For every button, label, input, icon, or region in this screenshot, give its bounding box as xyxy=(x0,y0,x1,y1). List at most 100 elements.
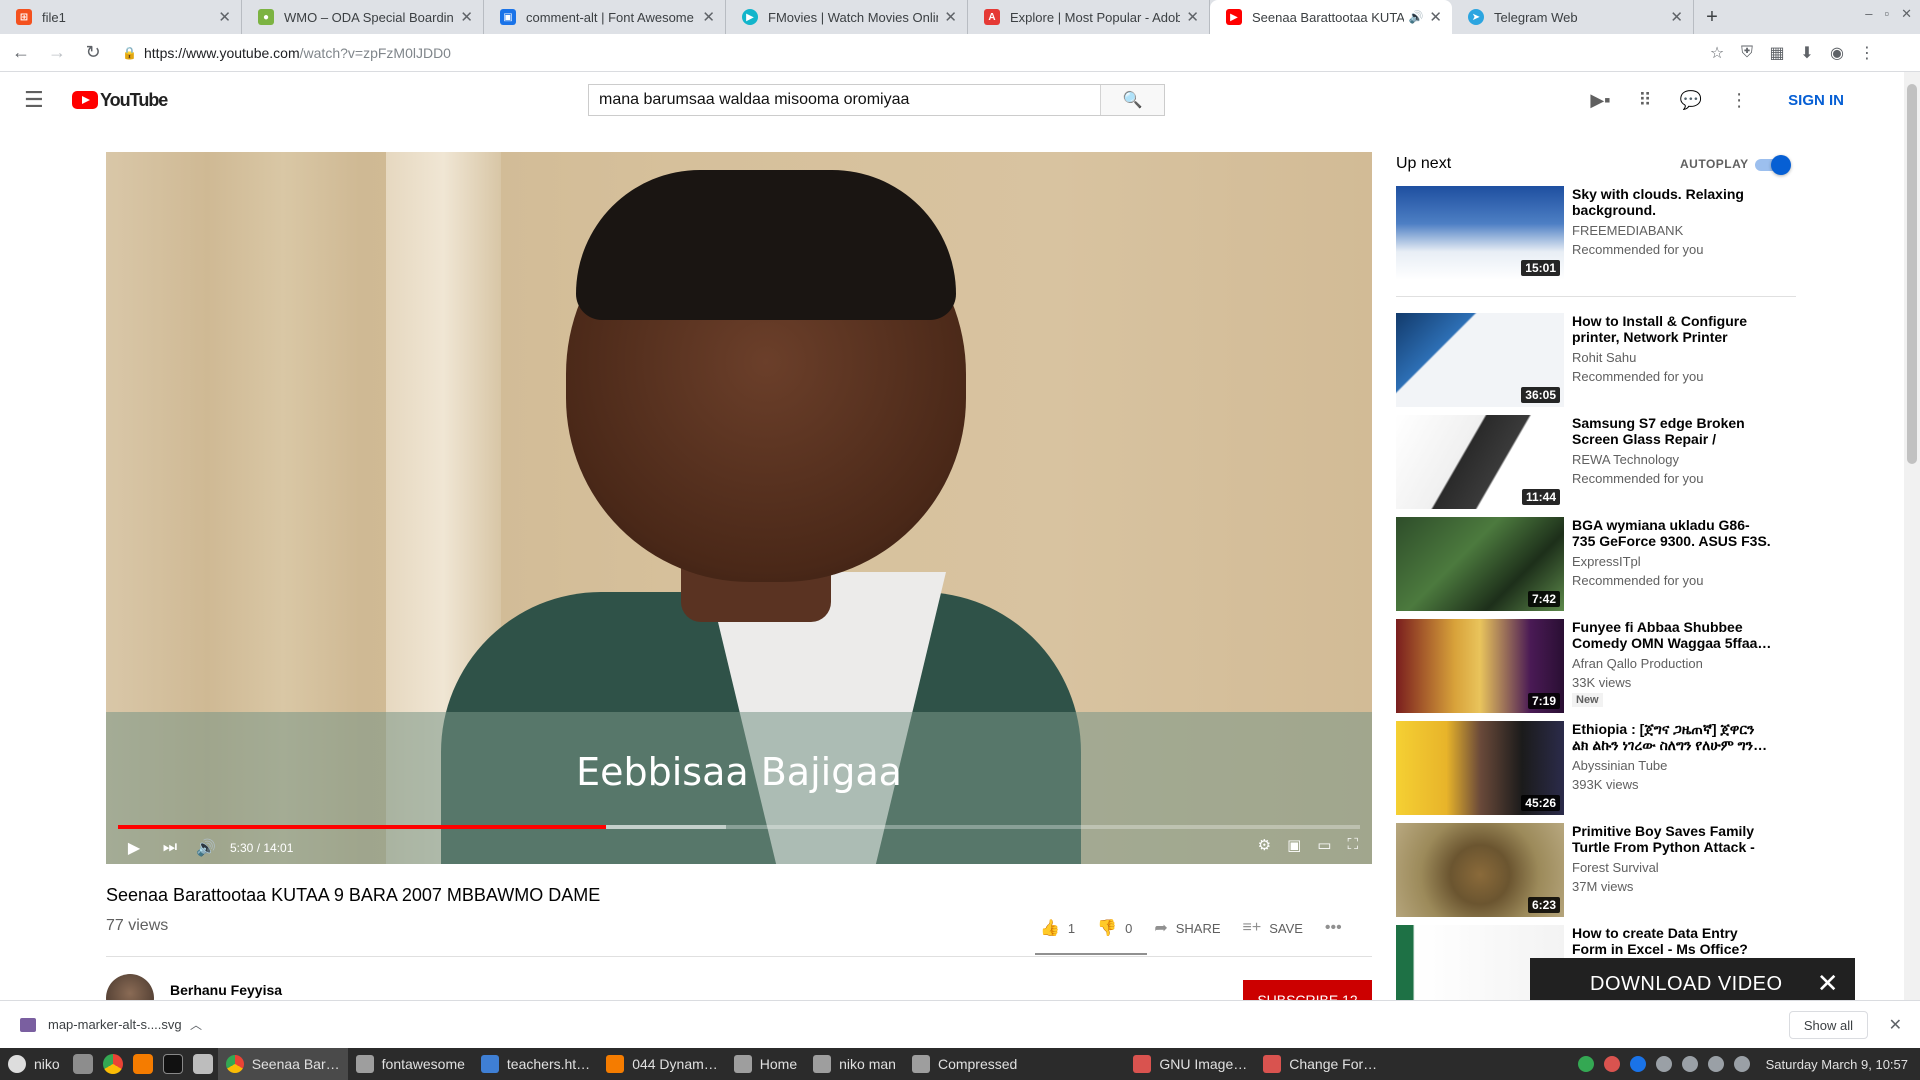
video-thumbnail[interactable]: 11:44 xyxy=(1396,415,1564,509)
share-button[interactable]: ➦ SHARE xyxy=(1154,918,1220,938)
start-menu-button[interactable]: niko xyxy=(0,1048,68,1080)
recommended-title[interactable]: Sky with clouds. Relaxing background. xyxy=(1572,186,1772,218)
chrome-tray-icon[interactable] xyxy=(1577,1056,1594,1072)
close-icon[interactable]: ✕ xyxy=(1889,1015,1902,1035)
close-icon[interactable]: ✕ xyxy=(1817,970,1839,996)
taskbar-window[interactable]: Home xyxy=(726,1048,805,1080)
apps-grid-icon[interactable]: ⠿ xyxy=(1639,90,1652,111)
bookmark-star-icon[interactable]: ☆ xyxy=(1702,43,1732,63)
quicklaunch-folder[interactable] xyxy=(188,1048,218,1080)
taskbar-window[interactable]: fontawesome xyxy=(348,1048,473,1080)
video-thumbnail[interactable]: 36:05 xyxy=(1396,313,1564,407)
recommended-title[interactable]: How to Install & Configure printer, Netw… xyxy=(1572,313,1772,345)
shield-tray-icon[interactable] xyxy=(1603,1056,1620,1072)
recommended-video[interactable]: 36:05 How to Install & Configure printer,… xyxy=(1396,313,1796,407)
browser-tab[interactable]: ▣ comment-alt | Font Awesome ✕ xyxy=(484,0,726,34)
close-icon[interactable]: ✕ xyxy=(1186,8,1199,26)
back-arrow-icon[interactable]: ← xyxy=(6,42,36,63)
fullscreen-icon[interactable]: ⛶ xyxy=(1347,836,1358,854)
maximize-icon[interactable]: ▫ xyxy=(1884,6,1889,22)
browser-tab[interactable]: ⊞ file1 ✕ xyxy=(0,0,242,34)
extension-shield-icon[interactable]: ⛨ xyxy=(1732,44,1762,62)
volume-icon[interactable]: 🔊 xyxy=(188,838,224,858)
more-actions-button[interactable]: ••• xyxy=(1325,919,1342,937)
video-thumbnail[interactable]: 15:01 xyxy=(1396,186,1564,280)
messages-icon[interactable]: 💬 xyxy=(1680,90,1702,111)
settings-gear-icon[interactable]: ⚙ xyxy=(1258,836,1271,854)
recommended-title[interactable]: How to create Data Entry Form in Excel -… xyxy=(1572,925,1772,957)
recommended-video[interactable]: 45:26 Ethiopia : [ጀግና ጋዜጠኛ] ጀዋርን ልክ ልኩን ነ… xyxy=(1396,721,1796,815)
taskbar-window[interactable]: teachers.ht… xyxy=(473,1048,598,1080)
settings-dots-icon[interactable]: ⋮ xyxy=(1730,90,1748,111)
quicklaunch-files[interactable] xyxy=(68,1048,98,1080)
speaker-icon[interactable]: 🔊 xyxy=(1408,10,1423,24)
search-button[interactable]: 🔍 xyxy=(1100,85,1164,115)
show-all-button[interactable]: Show all xyxy=(1788,1011,1868,1039)
quicklaunch-app[interactable] xyxy=(128,1048,158,1080)
browser-tab[interactable]: ● WMO – ODA Special Boarding ✕ xyxy=(242,0,484,34)
theater-mode-icon[interactable]: ▭ xyxy=(1317,836,1331,854)
close-icon[interactable]: ✕ xyxy=(218,8,231,26)
video-thumbnail[interactable]: 6:23 xyxy=(1396,823,1564,917)
close-icon[interactable]: ✕ xyxy=(460,8,473,26)
channel-name[interactable]: Berhanu Feyyisa xyxy=(170,982,282,998)
quicklaunch-chrome[interactable] xyxy=(98,1048,128,1080)
address-bar[interactable]: 🔒 https://www.youtube.com/watch?v=zpFzM0… xyxy=(122,38,1702,68)
downloaded-file[interactable]: map-marker-alt-s....svg xyxy=(20,1017,190,1032)
close-icon[interactable]: ✕ xyxy=(944,8,957,26)
recommended-video[interactable]: 15:01 Sky with clouds. Relaxing backgroun… xyxy=(1396,186,1796,280)
recommended-video[interactable]: 11:44 Samsung S7 edge Broken Screen Glass… xyxy=(1396,415,1796,509)
taskbar-window[interactable]: GNU Image… xyxy=(1125,1048,1255,1080)
download-icon[interactable]: ⬇ xyxy=(1792,43,1822,63)
taskbar-window[interactable]: Seenaa Bar… xyxy=(217,1048,348,1080)
minimize-icon[interactable]: – xyxy=(1865,6,1872,22)
user-icon[interactable] xyxy=(1681,1056,1698,1072)
video-thumbnail[interactable]: 7:42 xyxy=(1396,517,1564,611)
wifi-icon[interactable] xyxy=(1707,1056,1724,1072)
like-button[interactable]: 👍 1 xyxy=(1040,918,1075,938)
recommended-video[interactable]: 7:42 BGA wymiana ukladu G86-735 GeForce 9… xyxy=(1396,517,1796,611)
tray-app-icon[interactable] xyxy=(1655,1056,1672,1072)
recommended-title[interactable]: BGA wymiana ukladu G86-735 GeForce 9300.… xyxy=(1572,517,1772,549)
close-icon[interactable]: ✕ xyxy=(1670,8,1683,26)
new-tab-button[interactable]: + xyxy=(1694,0,1730,34)
bluetooth-icon[interactable] xyxy=(1629,1056,1646,1072)
taskbar-window[interactable]: 044 Dynam… xyxy=(598,1048,726,1080)
autoplay-toggle[interactable] xyxy=(1755,155,1791,175)
video-thumbnail[interactable]: 7:19 xyxy=(1396,619,1564,713)
browser-tab[interactable]: ➤ Telegram Web ✕ xyxy=(1452,0,1694,34)
dislike-button[interactable]: 👎 0 xyxy=(1097,918,1132,938)
recommended-video[interactable]: 6:23 Primitive Boy Saves Family Turtle Fr… xyxy=(1396,823,1796,917)
taskbar-window[interactable]: niko man xyxy=(805,1048,904,1080)
save-button[interactable]: ≡+ SAVE xyxy=(1243,919,1303,937)
recommended-title[interactable]: Primitive Boy Saves Family Turtle From P… xyxy=(1572,823,1772,855)
video-thumbnail[interactable]: 45:26 xyxy=(1396,721,1564,815)
video-player[interactable]: Eebbisaa Bajigaa ▶ ⏭ 🔊 5:30 / 14:01 ⚙ ▣ … xyxy=(106,152,1372,864)
quicklaunch-terminal[interactable] xyxy=(158,1048,188,1080)
browser-tab[interactable]: A Explore | Most Popular - Adobe ✕ xyxy=(968,0,1210,34)
extension-icon[interactable]: ▦ xyxy=(1762,43,1792,63)
close-window-icon[interactable]: ✕ xyxy=(1901,6,1912,22)
chevron-up-icon[interactable]: ︿ xyxy=(190,1016,202,1033)
menu-dots-icon[interactable]: ⋮ xyxy=(1852,43,1882,63)
recommended-title[interactable]: Samsung S7 edge Broken Screen Glass Repa… xyxy=(1572,415,1772,447)
search-input[interactable] xyxy=(589,85,1100,115)
browser-tab-active[interactable]: ▶ Seenaa Barattootaa KUTAA 🔊 ✕ xyxy=(1210,0,1452,34)
browser-tab[interactable]: ▶ FMovies | Watch Movies Online ✕ xyxy=(726,0,968,34)
page-scrollbar[interactable] xyxy=(1904,72,1920,1000)
scrollbar-thumb[interactable] xyxy=(1907,84,1917,464)
close-icon[interactable]: ✕ xyxy=(1429,8,1442,26)
create-video-icon[interactable]: ▶▪ xyxy=(1590,90,1610,111)
sign-in-button[interactable]: SIGN IN xyxy=(1788,92,1844,109)
taskbar-window[interactable]: Compressed xyxy=(904,1048,1025,1080)
recommended-video[interactable]: 7:19 Funyee fi Abbaa Shubbee Comedy OMN W… xyxy=(1396,619,1796,713)
progress-bar[interactable] xyxy=(118,825,1360,829)
youtube-logo[interactable]: YouTube xyxy=(72,90,168,111)
close-icon[interactable]: ✕ xyxy=(702,8,715,26)
miniplayer-icon[interactable]: ▣ xyxy=(1287,836,1301,854)
next-icon[interactable]: ⏭ xyxy=(152,839,188,857)
forward-arrow-icon[interactable]: → xyxy=(42,42,72,63)
reload-icon[interactable]: ↻ xyxy=(78,42,108,63)
profile-icon[interactable]: ◉ xyxy=(1822,43,1852,63)
taskbar-window[interactable]: Change For… xyxy=(1255,1048,1385,1080)
